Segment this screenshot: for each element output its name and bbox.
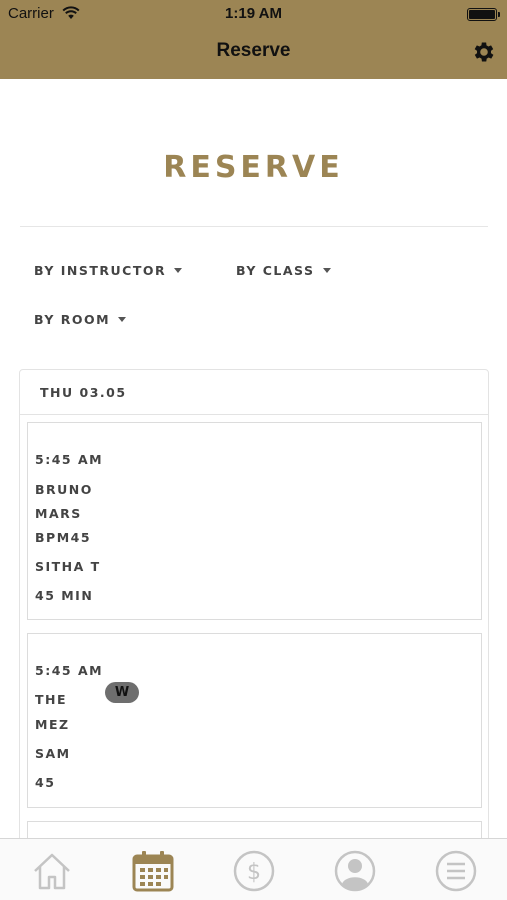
caret-down-icon [322, 268, 331, 273]
reserve-heading: RESERVE [163, 150, 344, 185]
day-header: THU 03.05 [20, 370, 488, 415]
class-name-line: THE [35, 692, 68, 707]
class-name-line: BRUNO [35, 482, 93, 497]
filter-label: BY CLASS [236, 263, 315, 278]
class-duration: 45 [35, 775, 56, 790]
class-instructor: SAM [35, 746, 71, 761]
class-instructor: SITHA T [35, 559, 101, 574]
class-name-line: MEZ [35, 717, 70, 732]
class-card[interactable]: 5:45 AM THE W MEZ SAM 45 [27, 633, 482, 808]
gear-icon[interactable] [471, 39, 497, 65]
status-bar: Carrier 1:19 AM [0, 0, 507, 28]
caret-down-icon [174, 268, 183, 273]
home-icon[interactable] [30, 849, 74, 893]
class-card[interactable]: 5:45 AM BRUNO MARS BPM45 SITHA T 45 MIN [27, 422, 482, 620]
tab-bar: $ [0, 838, 507, 900]
profile-icon[interactable] [333, 849, 377, 893]
filter-label: BY INSTRUCTOR [34, 263, 167, 278]
battery-icon [467, 8, 500, 21]
class-name-line: MARS [35, 506, 82, 521]
menu-icon[interactable] [434, 849, 478, 893]
filter-by-room[interactable]: BY ROOM [34, 312, 127, 327]
class-time: 5:45 AM [35, 452, 104, 467]
dollar-icon[interactable]: $ [232, 849, 276, 893]
filter-label: BY ROOM [34, 312, 111, 327]
filter-by-class[interactable]: BY CLASS [236, 263, 331, 278]
divider [20, 226, 488, 227]
schedule-list[interactable]: THU 03.05 5:45 AM BRUNO MARS BPM45 SITHA… [19, 369, 489, 849]
calendar-icon[interactable] [131, 849, 175, 893]
class-name-line: BPM45 [35, 530, 92, 545]
navigation-bar: Carrier 1:19 AM Reserve [0, 0, 507, 79]
clock: 1:19 AM [225, 5, 282, 22]
class-time: 5:45 AM [35, 663, 104, 678]
page-title: Reserve [216, 40, 291, 61]
svg-text:$: $ [247, 860, 261, 885]
filter-by-instructor[interactable]: BY INSTRUCTOR [34, 263, 183, 278]
caret-down-icon [118, 317, 127, 322]
waitlist-badge: W [105, 682, 139, 703]
class-duration: 45 MIN [35, 588, 94, 603]
